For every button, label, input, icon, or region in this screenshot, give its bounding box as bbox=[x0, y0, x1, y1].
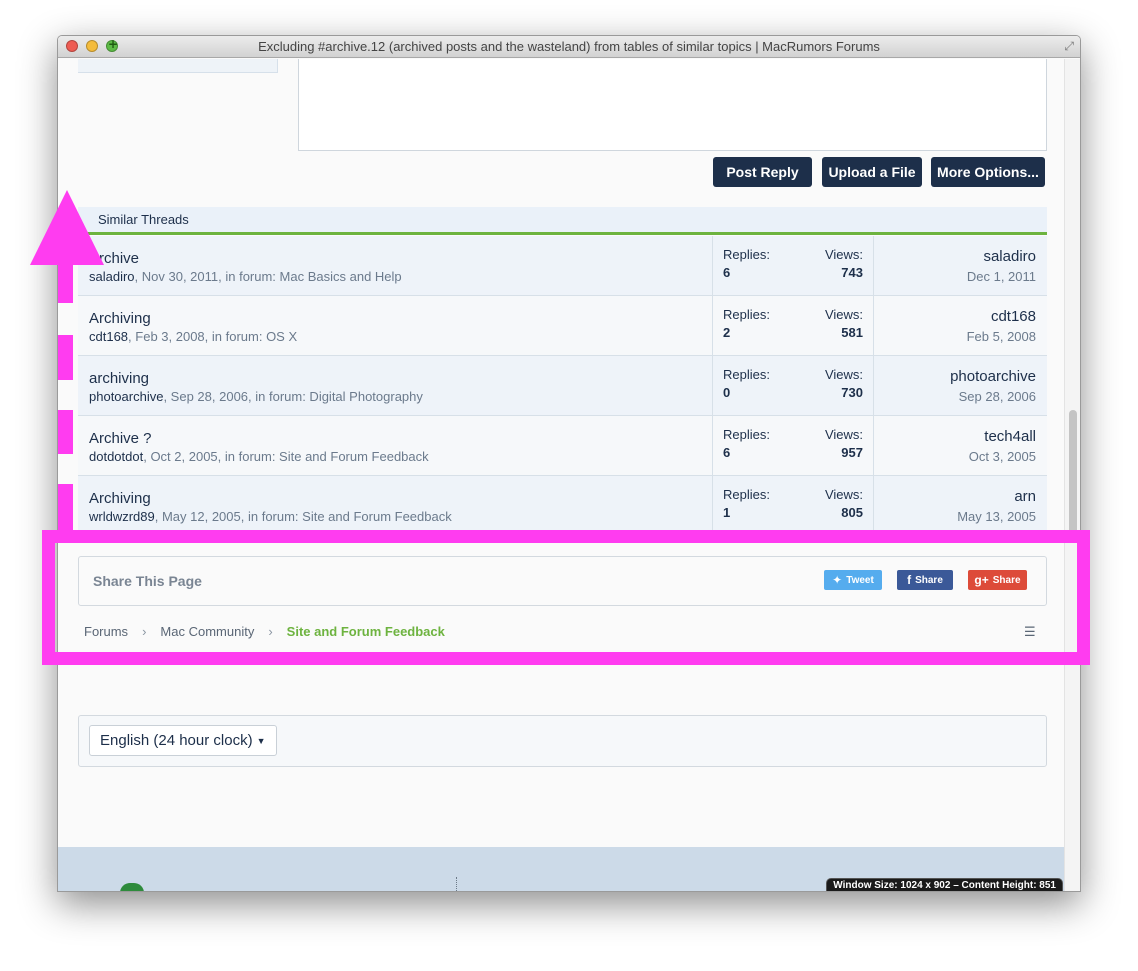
thread-starter-link[interactable]: photoarchive bbox=[89, 389, 163, 404]
replies-count: 0 bbox=[723, 385, 731, 400]
thread-meta: wrldwzrd89, May 12, 2005, in forum: Site… bbox=[89, 509, 452, 524]
last-poster-link[interactable]: saladiro bbox=[983, 248, 1036, 265]
replies-label: Replies: bbox=[723, 247, 770, 262]
views-count: 957 bbox=[841, 445, 863, 460]
thread-title-link[interactable]: archiving bbox=[89, 370, 149, 387]
vertical-scrollbar[interactable] bbox=[1064, 59, 1080, 891]
table-row: Archive saladiro, Nov 30, 2011, in forum… bbox=[78, 236, 1047, 296]
views-label: Views: bbox=[824, 307, 863, 322]
thread-meta: saladiro, Nov 30, 2011, in forum: Mac Ba… bbox=[89, 269, 402, 284]
views-label: Views: bbox=[824, 247, 863, 262]
thread-title-link[interactable]: Archiving bbox=[89, 310, 151, 327]
language-chooser-box: English (24 hour clock) ▼ bbox=[78, 715, 1047, 767]
thread-title-link[interactable]: Archiving bbox=[89, 490, 151, 507]
title-bar: Excluding #archive.12 (archived posts an… bbox=[58, 36, 1080, 58]
views-count: 581 bbox=[841, 325, 863, 340]
macrumors-logo[interactable] bbox=[120, 883, 144, 891]
replies-count: 1 bbox=[723, 505, 731, 520]
views-count: 743 bbox=[841, 265, 863, 280]
thread-meta: cdt168, Feb 3, 2008, in forum: OS X bbox=[89, 329, 297, 344]
annotation-dash bbox=[58, 484, 73, 530]
views-count: 730 bbox=[841, 385, 863, 400]
thread-starter-link[interactable]: wrldwzrd89 bbox=[89, 509, 155, 524]
avatar-panel bbox=[78, 59, 278, 73]
footer-divider bbox=[456, 877, 457, 891]
last-post-date[interactable]: Oct 3, 2005 bbox=[969, 449, 1036, 464]
annotation-highlight-box bbox=[42, 530, 1090, 665]
similar-threads-header: Similar Threads bbox=[78, 207, 1047, 235]
thread-meta: photoarchive, Sep 28, 2006, in forum: Di… bbox=[89, 389, 423, 404]
annotation-dash bbox=[58, 335, 73, 380]
replies-count: 2 bbox=[723, 325, 731, 340]
post-reply-button[interactable]: Post Reply bbox=[713, 157, 812, 187]
last-poster-link[interactable]: cdt168 bbox=[991, 308, 1036, 325]
views-label: Views: bbox=[824, 367, 863, 382]
more-options-button[interactable]: More Options... bbox=[931, 157, 1045, 187]
replies-count: 6 bbox=[723, 445, 731, 460]
replies-count: 6 bbox=[723, 265, 731, 280]
scrollbar-thumb[interactable] bbox=[1069, 410, 1077, 540]
last-post-date[interactable]: Dec 1, 2011 bbox=[967, 269, 1036, 284]
reply-editor[interactable] bbox=[298, 59, 1047, 151]
thread-meta-text: , Sep 28, 2006, in forum: Digital Photog… bbox=[163, 389, 423, 404]
similar-threads-list: Archive saladiro, Nov 30, 2011, in forum… bbox=[78, 236, 1047, 536]
thread-title-link[interactable]: Archive ? bbox=[89, 430, 152, 447]
annotation-dash bbox=[58, 265, 73, 303]
replies-label: Replies: bbox=[723, 487, 770, 502]
last-post-date[interactable]: Sep 28, 2006 bbox=[959, 389, 1036, 404]
views-count: 805 bbox=[841, 505, 863, 520]
language-select[interactable]: English (24 hour clock) ▼ bbox=[89, 725, 277, 756]
browser-window: Excluding #archive.12 (archived posts an… bbox=[57, 35, 1081, 892]
thread-meta-text: , Oct 2, 2005, in forum: Site and Forum … bbox=[143, 449, 429, 464]
last-poster-link[interactable]: arn bbox=[1014, 488, 1036, 505]
last-post-date[interactable]: Feb 5, 2008 bbox=[967, 329, 1036, 344]
thread-starter-link[interactable]: dotdotdot bbox=[89, 449, 143, 464]
window-size-badge: Window Size: 1024 x 902 – Content Height… bbox=[826, 878, 1063, 891]
fullscreen-icon[interactable]: ⤢ bbox=[1064, 39, 1074, 54]
table-row: Archiving cdt168, Feb 3, 2008, in forum:… bbox=[78, 296, 1047, 356]
thread-meta-text: , Feb 3, 2008, in forum: OS X bbox=[128, 329, 298, 344]
last-post-date[interactable]: May 13, 2005 bbox=[957, 509, 1036, 524]
thread-meta-text: , Nov 30, 2011, in forum: Mac Basics and… bbox=[134, 269, 402, 284]
replies-label: Replies: bbox=[723, 307, 770, 322]
page-content: Post Reply Upload a File More Options...… bbox=[58, 59, 1066, 891]
replies-label: Replies: bbox=[723, 427, 770, 442]
language-selected: English (24 hour clock) bbox=[100, 732, 253, 749]
annotation-dash bbox=[58, 410, 73, 454]
last-poster-link[interactable]: photoarchive bbox=[950, 368, 1036, 385]
window-title: Excluding #archive.12 (archived posts an… bbox=[258, 39, 880, 54]
annotation-arrow-icon bbox=[30, 190, 104, 265]
thread-starter-link[interactable]: saladiro bbox=[89, 269, 135, 284]
views-label: Views: bbox=[824, 487, 863, 502]
page-footer: Window Size: 1024 x 902 – Content Height… bbox=[58, 847, 1066, 891]
table-row: Archive ? dotdotdot, Oct 2, 2005, in for… bbox=[78, 416, 1047, 476]
table-row: Archiving wrldwzrd89, May 12, 2005, in f… bbox=[78, 476, 1047, 536]
thread-meta: dotdotdot, Oct 2, 2005, in forum: Site a… bbox=[89, 449, 429, 464]
table-row: archiving photoarchive, Sep 28, 2006, in… bbox=[78, 356, 1047, 416]
views-label: Views: bbox=[824, 427, 863, 442]
upload-file-button[interactable]: Upload a File bbox=[822, 157, 922, 187]
thread-starter-link[interactable]: cdt168 bbox=[89, 329, 128, 344]
last-poster-link[interactable]: tech4all bbox=[984, 428, 1036, 445]
caret-down-icon: ▼ bbox=[256, 735, 266, 746]
thread-meta-text: , May 12, 2005, in forum: Site and Forum… bbox=[154, 509, 452, 524]
replies-label: Replies: bbox=[723, 367, 770, 382]
